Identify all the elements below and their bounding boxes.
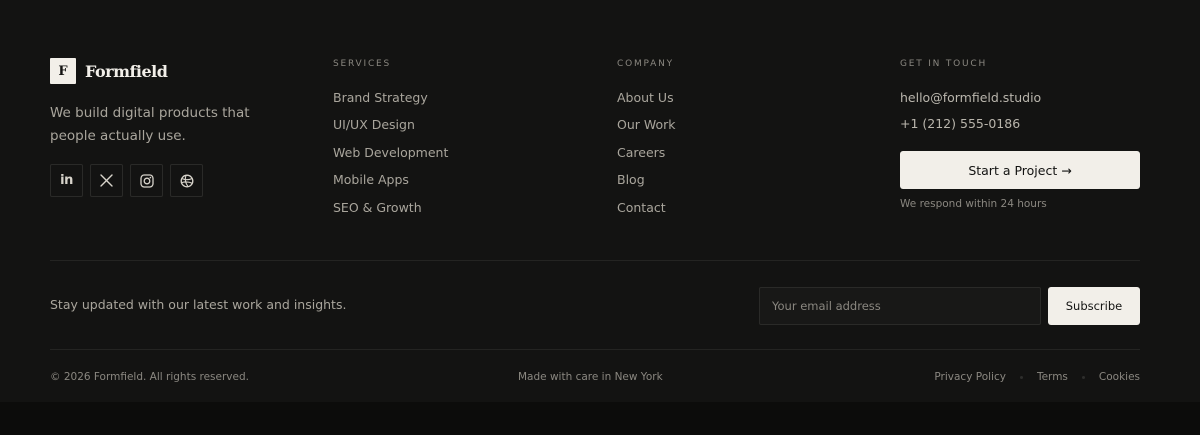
company-link[interactable]: About Us xyxy=(617,90,676,117)
brand-name: Formfield xyxy=(85,61,168,81)
services-link[interactable]: Mobile Apps xyxy=(333,172,448,199)
logo-mark: F xyxy=(50,58,76,84)
services-link[interactable]: Brand Strategy xyxy=(333,90,448,117)
response-note: We respond within 24 hours xyxy=(900,198,1047,210)
tagline: We build digital products that people ac… xyxy=(50,105,250,144)
services-link[interactable]: UI/UX Design xyxy=(333,117,448,144)
divider xyxy=(50,260,1140,261)
email-input[interactable] xyxy=(759,287,1041,325)
newsletter-text: Stay updated with our latest work and in… xyxy=(50,297,347,312)
privacy-policy-link[interactable]: Privacy Policy xyxy=(934,370,1006,384)
separator-dot xyxy=(1019,375,1023,379)
company-link[interactable]: Contact xyxy=(617,200,676,227)
subscribe-button[interactable]: Subscribe xyxy=(1048,287,1140,325)
made-with-note: Made with care in New York xyxy=(518,371,663,383)
services-link[interactable]: Web Development xyxy=(333,145,448,172)
services-list: Brand Strategy UI/UX Design Web Developm… xyxy=(333,90,448,227)
services-link[interactable]: SEO & Growth xyxy=(333,200,448,227)
services-title: SERVICES xyxy=(333,59,392,69)
copyright: © 2026 Formfield. All rights reserved. xyxy=(50,371,249,383)
terms-link[interactable]: Terms xyxy=(1037,370,1068,384)
logo[interactable]: F Formfield xyxy=(50,58,290,84)
contact-details: hello@formfield.studio +1 (212) 555-0186 xyxy=(900,90,1140,142)
contact-title: GET IN TOUCH xyxy=(900,59,988,69)
globe-icon xyxy=(180,174,193,187)
company-link[interactable]: Careers xyxy=(617,145,676,172)
globe-link[interactable] xyxy=(170,164,203,197)
site-footer: F Formfield We build digital products th… xyxy=(0,0,1200,402)
legal-links: Privacy Policy Terms Cookies xyxy=(934,370,1140,384)
company-column: COMPANY About Us Our Work Careers Blog C… xyxy=(617,58,676,227)
instagram-icon xyxy=(139,173,154,188)
linkedin-link[interactable]: in xyxy=(50,164,83,197)
instagram-link[interactable] xyxy=(130,164,163,197)
divider xyxy=(50,349,1140,350)
x-link[interactable] xyxy=(90,164,123,197)
brand-column: F Formfield We build digital products th… xyxy=(50,58,290,197)
services-column: SERVICES Brand Strategy UI/UX Design Web… xyxy=(333,58,448,227)
contact-email[interactable]: hello@formfield.studio xyxy=(900,90,1140,116)
company-link[interactable]: Blog xyxy=(617,172,676,199)
linkedin-icon: in xyxy=(60,173,73,188)
company-list: About Us Our Work Careers Blog Contact xyxy=(617,90,676,227)
company-title: COMPANY xyxy=(617,59,674,69)
contact-column: GET IN TOUCH hello@formfield.studio +1 (… xyxy=(900,58,1140,210)
x-icon xyxy=(100,174,113,187)
cookies-link[interactable]: Cookies xyxy=(1099,370,1140,384)
separator-dot xyxy=(1081,375,1085,379)
start-project-button[interactable]: Start a Project → xyxy=(900,151,1140,189)
company-link[interactable]: Our Work xyxy=(617,117,676,144)
contact-phone[interactable]: +1 (212) 555-0186 xyxy=(900,116,1140,142)
social-links: in xyxy=(50,164,290,197)
